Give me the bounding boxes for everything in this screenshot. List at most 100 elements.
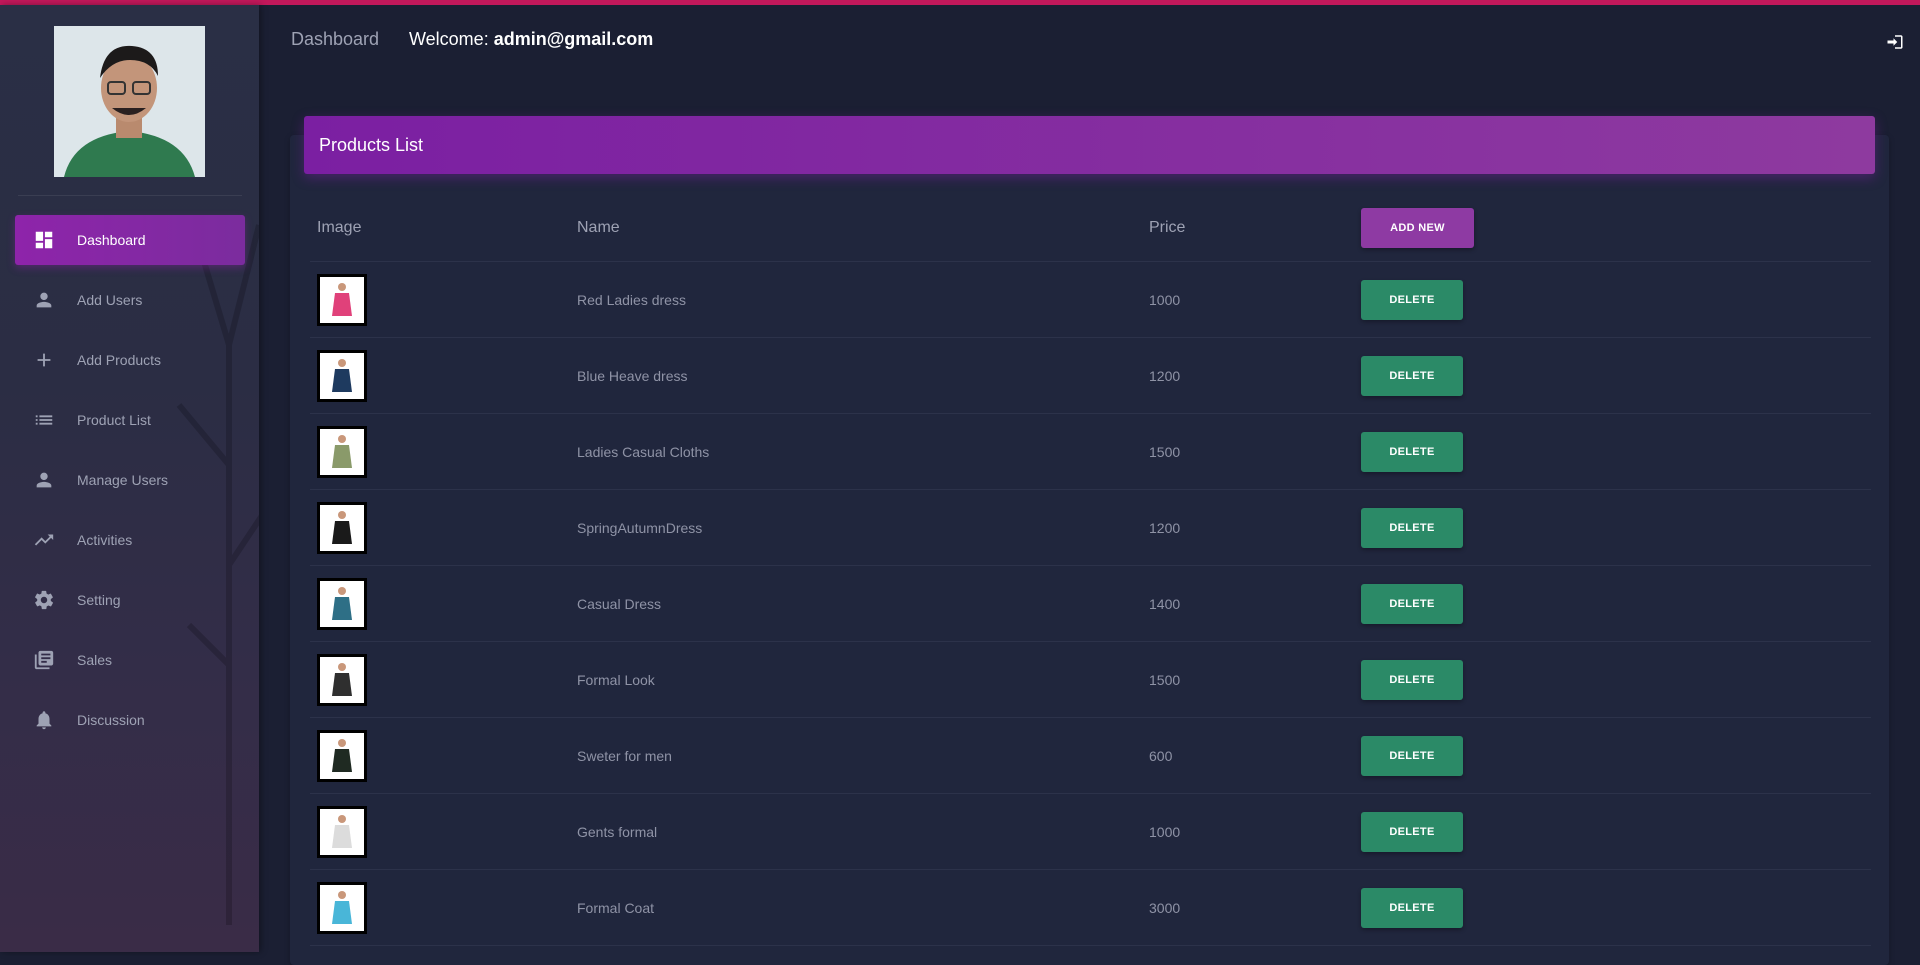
product-image-cell (310, 869, 577, 946)
products-card: Products List Image Name Price ADD NEW R… (290, 116, 1889, 965)
product-image-cell (310, 793, 577, 870)
product-thumbnail (317, 349, 367, 402)
sidebar-item-product-list[interactable]: Product List (15, 395, 245, 445)
person-icon (33, 469, 55, 491)
sidebar-item-add-products[interactable]: Add Products (15, 335, 245, 385)
sidebar-nav: Dashboard Add Users Add Products Product… (15, 215, 245, 755)
product-thumbnail (317, 501, 367, 554)
product-figure (332, 662, 352, 696)
product-figure (332, 814, 352, 848)
sidebar-item-label: Dashboard (77, 232, 146, 248)
sidebar-item-activities[interactable]: Activities (15, 515, 245, 565)
product-price: 1000 (1149, 261, 1361, 338)
delete-button[interactable]: DELETE (1361, 811, 1463, 852)
gear-icon (33, 589, 55, 611)
sidebar-item-add-users[interactable]: Add Users (15, 275, 245, 325)
add-new-button[interactable]: ADD NEW (1361, 208, 1474, 248)
product-image-cell (310, 413, 577, 490)
delete-button[interactable]: DELETE (1361, 355, 1463, 396)
list-icon (33, 409, 55, 431)
welcome-text: Welcome: admin@gmail.com (409, 29, 653, 50)
delete-button[interactable]: DELETE (1361, 583, 1463, 624)
sidebar-item-label: Setting (77, 592, 121, 608)
product-image-cell (310, 337, 577, 414)
product-name: Formal Look (577, 641, 1149, 718)
card-header: Products List (304, 116, 1875, 174)
dashboard-icon (33, 229, 55, 251)
sidebar-item-label: Sales (77, 652, 113, 668)
table-row: Casual Dress 1400 DELETE (310, 565, 1871, 642)
table-row: Gents formal 1000 DELETE (310, 793, 1871, 870)
product-thumbnail (317, 729, 367, 782)
product-thumbnail (317, 653, 367, 706)
sidebar-item-label: Add Users (77, 292, 143, 308)
user-avatar (54, 26, 205, 177)
product-name: Red Ladies dress (577, 261, 1149, 338)
product-name: Casual Dress (577, 565, 1149, 642)
product-price: 1000 (1149, 793, 1361, 870)
sidebar-item-manage-users[interactable]: Manage Users (15, 455, 245, 505)
product-name: Blue Heave dress (577, 337, 1149, 414)
product-figure (332, 890, 352, 924)
delete-button[interactable]: DELETE (1361, 279, 1463, 320)
product-price: 3000 (1149, 869, 1361, 946)
product-figure (332, 358, 352, 392)
sidebar-item-label: Activities (77, 532, 133, 548)
delete-button[interactable]: DELETE (1361, 735, 1463, 776)
product-name: Formal Coat (577, 869, 1149, 946)
delete-button[interactable]: DELETE (1361, 431, 1463, 472)
product-price: 1500 (1149, 641, 1361, 718)
table-row: Ladies Casual Cloths 1500 DELETE (310, 413, 1871, 490)
delete-button[interactable]: DELETE (1361, 887, 1463, 928)
product-figure (332, 738, 352, 772)
sidebar-item-setting[interactable]: Setting (15, 575, 245, 625)
column-header-name: Name (577, 195, 1149, 262)
sidebar-item-discussion[interactable]: Discussion (15, 695, 245, 745)
welcome-prefix: Welcome: (409, 29, 494, 49)
product-thumbnail (317, 577, 367, 630)
sidebar-item-sales[interactable]: Sales (15, 635, 245, 685)
product-figure (332, 510, 352, 544)
library-books-icon (33, 649, 55, 671)
sign-out-icon[interactable] (1886, 33, 1904, 51)
product-price: 1200 (1149, 337, 1361, 414)
product-name: SpringAutumnDress (577, 489, 1149, 566)
user-email: admin@gmail.com (493, 29, 654, 49)
bell-icon (33, 709, 55, 731)
product-actions: DELETE (1361, 565, 1871, 642)
column-header-actions: ADD NEW (1361, 195, 1871, 262)
table-row: SpringAutumnDress 1200 DELETE (310, 489, 1871, 566)
sidebar-item-dashboard[interactable]: Dashboard (15, 215, 245, 265)
product-actions: DELETE (1361, 413, 1871, 490)
product-image-cell (310, 489, 577, 566)
product-price: 1500 (1149, 413, 1361, 490)
delete-button[interactable]: DELETE (1361, 659, 1463, 700)
column-header-price: Price (1149, 195, 1361, 262)
product-image-cell (310, 641, 577, 718)
sidebar-item-label: Manage Users (77, 472, 169, 488)
product-actions: DELETE (1361, 869, 1871, 946)
delete-button[interactable]: DELETE (1361, 507, 1463, 548)
product-thumbnail (317, 273, 367, 326)
product-figure (332, 282, 352, 316)
product-price: 1200 (1149, 489, 1361, 566)
product-name: Gents formal (577, 793, 1149, 870)
product-thumbnail (317, 805, 367, 858)
product-name: Sweter for men (577, 717, 1149, 794)
product-actions: DELETE (1361, 337, 1871, 414)
brand-link[interactable]: Dashboard (291, 29, 379, 50)
table-row: Formal Coat 3000 DELETE (310, 869, 1871, 946)
table-header-row: Image Name Price ADD NEW (310, 195, 1871, 262)
product-thumbnail (317, 881, 367, 934)
plus-icon (33, 349, 55, 371)
product-actions: DELETE (1361, 261, 1871, 338)
product-image-cell (310, 261, 577, 338)
table-row: Blue Heave dress 1200 DELETE (310, 337, 1871, 414)
column-header-image: Image (310, 195, 577, 262)
product-figure (332, 586, 352, 620)
product-name: Ladies Casual Cloths (577, 413, 1149, 490)
product-figure (332, 434, 352, 468)
product-price: 600 (1149, 717, 1361, 794)
table-row: Red Ladies dress 1000 DELETE (310, 261, 1871, 338)
avatar-photo (54, 26, 205, 177)
